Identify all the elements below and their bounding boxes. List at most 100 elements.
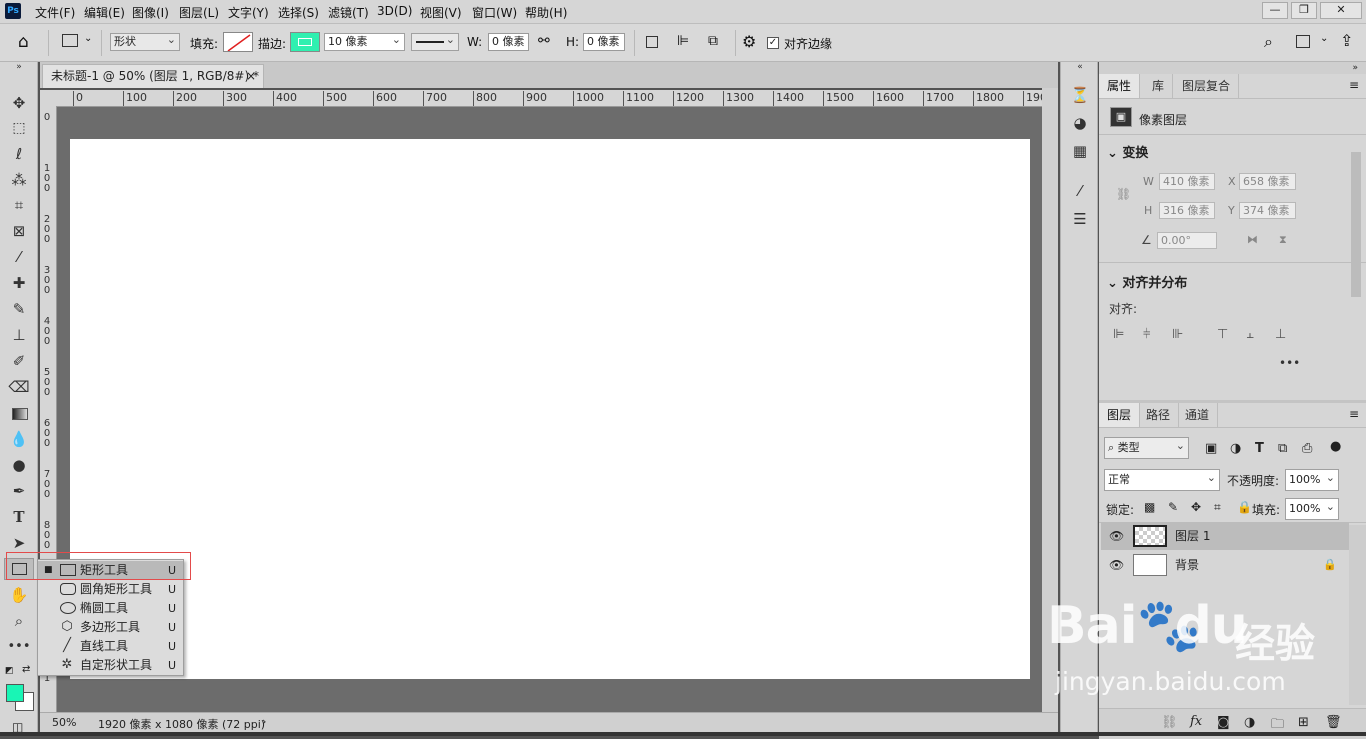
eye-icon[interactable]: 👁 [1109,522,1124,550]
shape-mode-select[interactable]: 形状 [110,32,180,51]
lock-all-icon[interactable]: 🔒 [1237,500,1252,514]
foreground-color-swatch[interactable] [6,684,24,702]
tab-channels[interactable]: 通道 [1177,403,1219,427]
stamp-tool-icon[interactable]: ⊥ [6,324,32,346]
stroke-width-select[interactable]: 10 像素 [324,32,405,51]
transform-section-title[interactable]: ⌄ 变换 [1107,142,1148,161]
align-right-icon[interactable]: ⊪ [1172,327,1183,342]
angle-input[interactable]: 0.00° [1157,232,1217,249]
chevron-right-icon[interactable]: › [262,715,266,728]
eyedropper-icon[interactable]: ⁄ [6,246,32,268]
filter-shape-icon[interactable]: ⧉ [1278,441,1287,456]
close-button[interactable]: ✕ [1320,2,1362,19]
panel-menu-icon[interactable]: ≡ [1349,78,1359,92]
collapse-icon[interactable]: « [1067,62,1093,72]
flyout-item-line[interactable]: ╱ 直线工具 U [38,637,183,656]
fx-icon[interactable]: fx [1190,714,1202,729]
opacity-input[interactable]: 100% [1285,468,1339,491]
hand-tool-icon[interactable]: ✋ [6,584,32,606]
transform-x-input[interactable]: 658 像素 [1239,173,1296,190]
filter-type-icon[interactable]: T [1255,441,1264,456]
tab-libraries[interactable]: 库 [1144,74,1174,98]
path-selection-icon[interactable]: ➤ [6,532,32,554]
blur-tool-icon[interactable]: 💧 [6,428,32,450]
transform-height-input[interactable]: 316 像素 [1159,202,1215,219]
layer-name[interactable]: 图层 1 [1175,522,1210,550]
healing-brush-icon[interactable]: ✚ [6,272,32,294]
document-tab[interactable]: 未标题-1 @ 50% (图层 1, RGB/8#) * × [42,64,264,88]
tab-layers[interactable]: 图层 [1099,403,1141,427]
filter-pixel-icon[interactable]: ▣ [1205,441,1217,456]
lasso-tool-icon[interactable]: ℓ [6,143,32,165]
layer-row-layer1[interactable]: 👁 图层 1 [1101,522,1349,550]
menu-type[interactable]: 文字(Y) [228,4,269,21]
search-icon[interactable]: ⌕ [1264,32,1273,52]
tab-layer-comps[interactable]: 图层复合 [1174,74,1240,98]
menu-image[interactable]: 图像(I) [132,4,169,21]
align-left-icon[interactable]: ⊫ [1113,327,1124,342]
tab-paths[interactable]: 路径 [1138,403,1180,427]
swatches-icon[interactable]: ▦ [1067,140,1093,162]
eye-icon[interactable]: 👁 [1109,551,1124,579]
collapse-icon[interactable]: » [1099,62,1366,74]
more-options-icon[interactable]: ••• [1279,356,1300,370]
share-icon[interactable]: ⇪ [1340,31,1353,50]
chevron-down-icon[interactable]: ⌄ [1320,33,1328,44]
align-edges-checkbox[interactable]: ✓ [767,37,779,49]
align-middle-icon[interactable]: ⫠ [1246,327,1254,342]
brush-tool-icon[interactable]: ✎ [6,298,32,320]
adjustments-icon[interactable]: ☰ [1067,208,1093,230]
path-arrangement-icon[interactable]: ⧉ [708,33,718,49]
zoom-level[interactable]: 50% [52,716,76,729]
home-icon[interactable]: ⌂ [18,32,29,52]
gear-icon[interactable]: ⚙ [742,32,756,51]
swap-colors-icon[interactable]: ⇄ [22,664,30,675]
menu-3d[interactable]: 3D(D) [377,4,412,18]
layer-row-background[interactable]: 👁 背景 🔒 [1101,551,1349,579]
stroke-type-select[interactable] [411,32,459,51]
flyout-item-rounded-rectangle[interactable]: 圆角矩形工具 U [38,580,183,599]
eraser-icon[interactable]: ⌫ [6,376,32,398]
align-top-icon[interactable]: ⊤ [1217,327,1228,342]
fill-swatch[interactable] [223,32,253,52]
layer-filter-select[interactable]: ⌕ 类型 [1104,436,1189,459]
width-input[interactable]: 0 像素 [488,33,529,51]
menu-edit[interactable]: 编辑(E) [84,4,125,21]
pen-tool-icon[interactable]: ✒ [6,480,32,502]
type-tool-icon[interactable]: T [6,506,32,528]
layer-name[interactable]: 背景 [1175,551,1199,579]
new-layer-icon[interactable]: ⊞ [1298,715,1309,730]
adjustment-layer-icon[interactable]: ◑ [1244,715,1255,730]
path-alignment-icon[interactable]: ⊫ [677,33,689,49]
menu-file[interactable]: 文件(F) [35,4,75,21]
chevron-down-icon[interactable]: ⌄ [84,33,92,44]
marquee-tool-icon[interactable]: ⬚ [6,117,32,139]
brush-panel-icon[interactable]: ⁄ [1067,180,1093,202]
zoom-tool-icon[interactable]: ⌕ [6,610,32,632]
document-canvas[interactable] [70,139,1030,679]
history-brush-icon[interactable]: ✐ [6,350,32,372]
transform-width-input[interactable]: 410 像素 [1159,173,1215,190]
filter-adjustment-icon[interactable]: ◑ [1230,441,1241,456]
flyout-item-ellipse[interactable]: 椭圆工具 U [38,599,183,618]
link-layers-icon[interactable]: ⛓ [1161,715,1178,730]
flyout-item-custom-shape[interactable]: ✲ 自定形状工具 U [38,656,183,675]
history-icon[interactable]: ⏳ [1067,84,1093,106]
close-tab-icon[interactable]: × [246,65,256,87]
workspace-icon[interactable] [1296,35,1310,48]
flyout-item-polygon[interactable]: ⬡ 多边形工具 U [38,618,183,637]
link-icon[interactable]: ⚯ [538,33,550,49]
fill-input[interactable]: 100% [1285,497,1339,520]
tool-preset-icon[interactable] [62,34,78,47]
collapse-icon[interactable]: » [6,62,32,72]
align-bottom-icon[interactable]: ⊥ [1275,327,1286,342]
filter-toggle-icon[interactable]: ● [1330,439,1341,454]
trash-icon[interactable]: 🗑 [1325,715,1342,730]
menu-select[interactable]: 选择(S) [278,4,319,21]
filter-smart-object-icon[interactable]: ⎙ [1302,441,1312,456]
dodge-tool-icon[interactable]: ● [6,454,32,476]
menu-layer[interactable]: 图层(L) [179,4,219,21]
menu-filter[interactable]: 滤镜(T) [328,4,369,21]
flip-vertical-icon[interactable]: ⧗ [1279,233,1287,247]
add-mask-icon[interactable]: ◙ [1217,715,1230,730]
